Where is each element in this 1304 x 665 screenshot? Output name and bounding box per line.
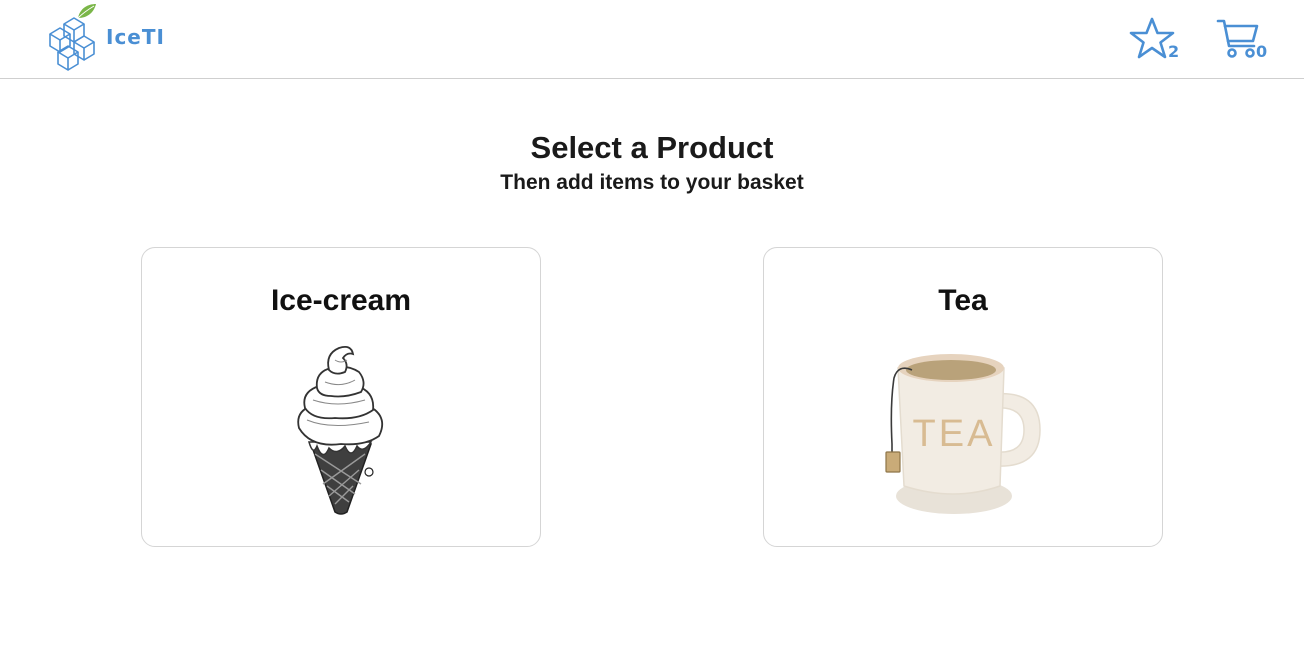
cart-button[interactable]: 0: [1216, 16, 1276, 64]
page-title: Select a Product: [530, 130, 774, 165]
cart-count-badge: 0: [1256, 42, 1268, 61]
favorites-button[interactable]: 2: [1128, 16, 1184, 64]
ice-cubes-logo-icon: [49, 4, 96, 71]
header: IceTI 2 0: [0, 0, 1304, 79]
ice-cream-cone-icon: [297, 345, 384, 515]
logo[interactable]: IceTI: [44, 2, 184, 74]
favorites-count-badge: 2: [1168, 42, 1180, 61]
logo-text: IceTI: [106, 25, 165, 49]
product-card-title: Ice-cream: [270, 284, 412, 317]
mug-label-text: TEA: [913, 413, 996, 455]
product-card-title: Tea: [938, 284, 988, 317]
tea-mug-icon: TEA: [885, 354, 1041, 514]
product-card-ice-cream[interactable]: Ice-cream: [141, 247, 541, 547]
page-subtitle: Then add items to your basket: [500, 171, 804, 194]
product-image: TEA: [764, 344, 1162, 524]
product-image: [142, 344, 540, 524]
product-card-tea[interactable]: Tea TEA: [763, 247, 1163, 547]
